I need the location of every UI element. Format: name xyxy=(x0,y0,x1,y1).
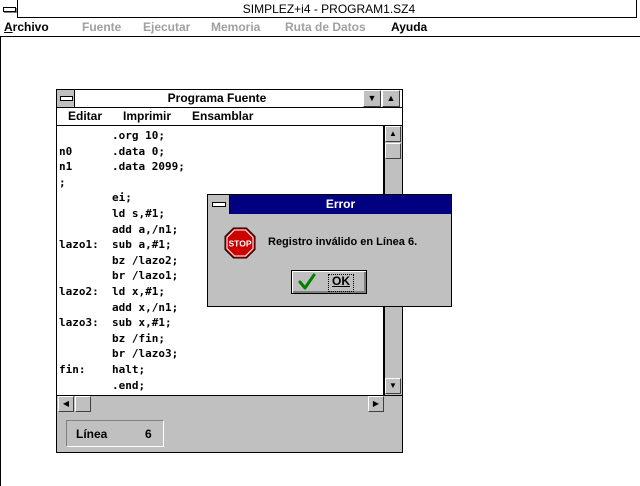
triangle-up-icon: ▲ xyxy=(386,93,396,103)
code-line: lazo3: sub x,#1; xyxy=(59,316,172,330)
menu-fuente[interactable]: Fuente xyxy=(82,20,121,34)
source-code: .org 10; n0 .data 0; n1 .data 2099; ; ei… xyxy=(59,128,185,393)
minimize-button[interactable]: ▼ xyxy=(363,90,381,107)
arrow-left-icon: ◀ xyxy=(62,399,70,408)
source-window-menu-bar: Editar Imprimir Ensamblar xyxy=(57,108,402,126)
code-line: ei; xyxy=(111,191,132,205)
menu-ayuda[interactable]: Ayuda xyxy=(391,20,427,34)
maximize-button[interactable]: ▲ xyxy=(382,90,400,107)
system-menu-icon xyxy=(60,96,73,101)
code-line: ld s,#1; xyxy=(111,206,165,220)
stop-icon-text: STOP xyxy=(229,239,252,249)
menu-ensamblar[interactable]: Ensamblar xyxy=(192,109,253,123)
code-line: bz /lazo2; xyxy=(111,253,179,267)
code-line: bz /fin; xyxy=(111,331,165,345)
scroll-up-button[interactable]: ▲ xyxy=(385,126,401,142)
menu-memoria[interactable]: Memoria xyxy=(211,20,260,34)
code-line: add x,/n1; xyxy=(111,300,179,314)
arrow-down-icon: ▼ xyxy=(389,381,397,390)
code-line: add a,/n1; xyxy=(111,222,179,236)
system-menu-icon xyxy=(3,7,16,12)
scrollbar-corner xyxy=(385,396,401,412)
system-menu-icon xyxy=(212,202,226,207)
scroll-down-button[interactable]: ▼ xyxy=(385,378,401,394)
line-number: 6 xyxy=(145,427,152,441)
line-label: Línea xyxy=(76,427,108,441)
vertical-scroll-thumb[interactable] xyxy=(385,143,401,159)
horizontal-scrollbar[interactable] xyxy=(57,395,402,412)
arrow-right-icon: ▶ xyxy=(372,399,380,408)
stop-sign-icon: STOP xyxy=(224,227,256,259)
client-border xyxy=(0,37,1,486)
code-line: br /lazo1; xyxy=(111,269,179,283)
code-line: ; xyxy=(59,175,66,189)
code-line: n0 .data 0; xyxy=(59,144,165,158)
line-status-panel: Línea 6 xyxy=(66,420,164,447)
title-bar-edge xyxy=(636,0,640,18)
horizontal-scroll-thumb[interactable] xyxy=(75,396,91,412)
code-line: .org 10; xyxy=(111,129,165,142)
menu-editar[interactable]: Editar xyxy=(68,109,102,123)
menu-imprimir[interactable]: Imprimir xyxy=(123,109,171,123)
ok-button[interactable]: OK xyxy=(291,270,367,294)
menu-ejecutar[interactable]: Ejecutar xyxy=(143,20,190,34)
main-menu-bar: Archivo Fuente Ejecutar Memoria Ruta de … xyxy=(0,18,640,37)
code-line: n1 .data 2099; xyxy=(59,160,185,174)
menu-archivo[interactable]: Archivo xyxy=(4,20,49,34)
dialog-system-menu[interactable] xyxy=(208,195,230,214)
code-line: lazo2: ld x,#1; xyxy=(59,284,165,298)
menu-ruta-de-datos[interactable]: Ruta de Datos xyxy=(285,20,366,34)
checkmark-icon xyxy=(298,273,316,290)
system-menu-button[interactable] xyxy=(0,0,18,18)
app-title: SIMPLEZ+i4 - PROGRAM1.SZ4 xyxy=(242,2,416,16)
source-window-title: Programa Fuente xyxy=(167,91,267,105)
ok-button-label: OK xyxy=(332,274,350,288)
code-line: br /lazo3; xyxy=(111,347,179,361)
code-line: fin: halt; xyxy=(59,362,146,376)
code-line: lazo1: sub a,#1; xyxy=(59,238,172,252)
source-window-system-menu[interactable] xyxy=(57,90,75,107)
error-message: Registro inválido en Línea 6. xyxy=(268,236,418,248)
scroll-right-button[interactable]: ▶ xyxy=(368,396,384,412)
error-dialog-title: Error xyxy=(325,197,356,211)
code-line: .end; xyxy=(111,378,146,392)
triangle-down-icon: ▼ xyxy=(367,93,377,103)
arrow-up-icon: ▲ xyxy=(389,129,397,138)
scroll-left-button[interactable]: ◀ xyxy=(58,396,74,412)
